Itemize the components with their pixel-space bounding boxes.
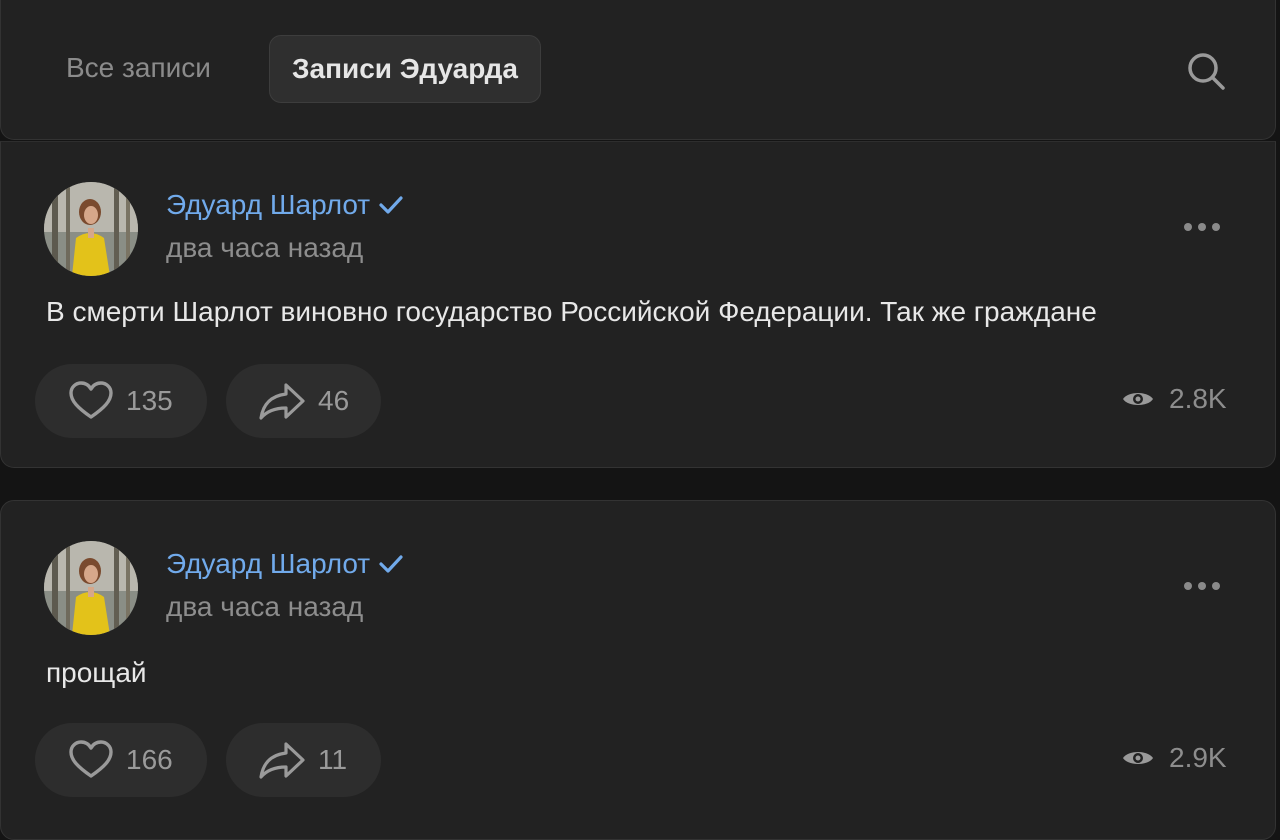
avatar[interactable] xyxy=(44,541,138,635)
wall-filter-header: Все записи Записи Эдуарда xyxy=(0,0,1276,140)
post-text: В смерти Шарлот виновно государство Росс… xyxy=(46,296,1097,327)
like-button[interactable]: 135 xyxy=(35,364,207,438)
author-name-link[interactable]: Эдуард Шарлот xyxy=(166,189,404,223)
views-count: 2.8K xyxy=(1169,383,1227,414)
more-options-icon[interactable] xyxy=(1179,212,1225,242)
views-count: 2.9K xyxy=(1169,742,1227,773)
like-button[interactable]: 166 xyxy=(35,723,207,797)
like-count: 135 xyxy=(126,385,173,416)
author-name-link[interactable]: Эдуард Шарлот xyxy=(166,548,404,582)
author-name: Эдуард Шарлот xyxy=(166,189,371,220)
avatar[interactable] xyxy=(44,182,138,276)
post-time[interactable]: два часа назад xyxy=(166,591,363,623)
eye-icon xyxy=(1123,752,1153,764)
eye-icon xyxy=(1123,393,1153,405)
share-arrow-icon xyxy=(259,742,305,779)
views-counter: 2.9K xyxy=(1121,742,1227,774)
like-count: 166 xyxy=(126,744,173,775)
share-button[interactable]: 11 xyxy=(226,723,381,797)
heart-icon xyxy=(69,740,113,778)
author-name: Эдуард Шарлот xyxy=(166,548,371,579)
share-button[interactable]: 46 xyxy=(226,364,381,438)
post-time[interactable]: два часа назад xyxy=(166,232,363,264)
tab-all-posts[interactable]: Все записи xyxy=(44,35,233,101)
heart-icon xyxy=(69,381,113,419)
verified-icon xyxy=(378,550,404,582)
share-arrow-icon xyxy=(259,383,305,420)
more-options-icon[interactable] xyxy=(1179,571,1225,601)
tab-eduard-posts[interactable]: Записи Эдуарда xyxy=(269,35,541,103)
post-card: Эдуард Шарлот два часа назад В смерти Ша… xyxy=(0,141,1276,468)
share-count: 11 xyxy=(318,744,348,775)
verified-icon xyxy=(378,191,404,223)
post-card: Эдуард Шарлот два часа назад прощай 166 … xyxy=(0,500,1276,840)
post-text: прощай xyxy=(46,657,147,688)
search-icon[interactable] xyxy=(1183,48,1227,92)
views-counter: 2.8K xyxy=(1121,383,1227,415)
share-count: 46 xyxy=(318,385,350,416)
